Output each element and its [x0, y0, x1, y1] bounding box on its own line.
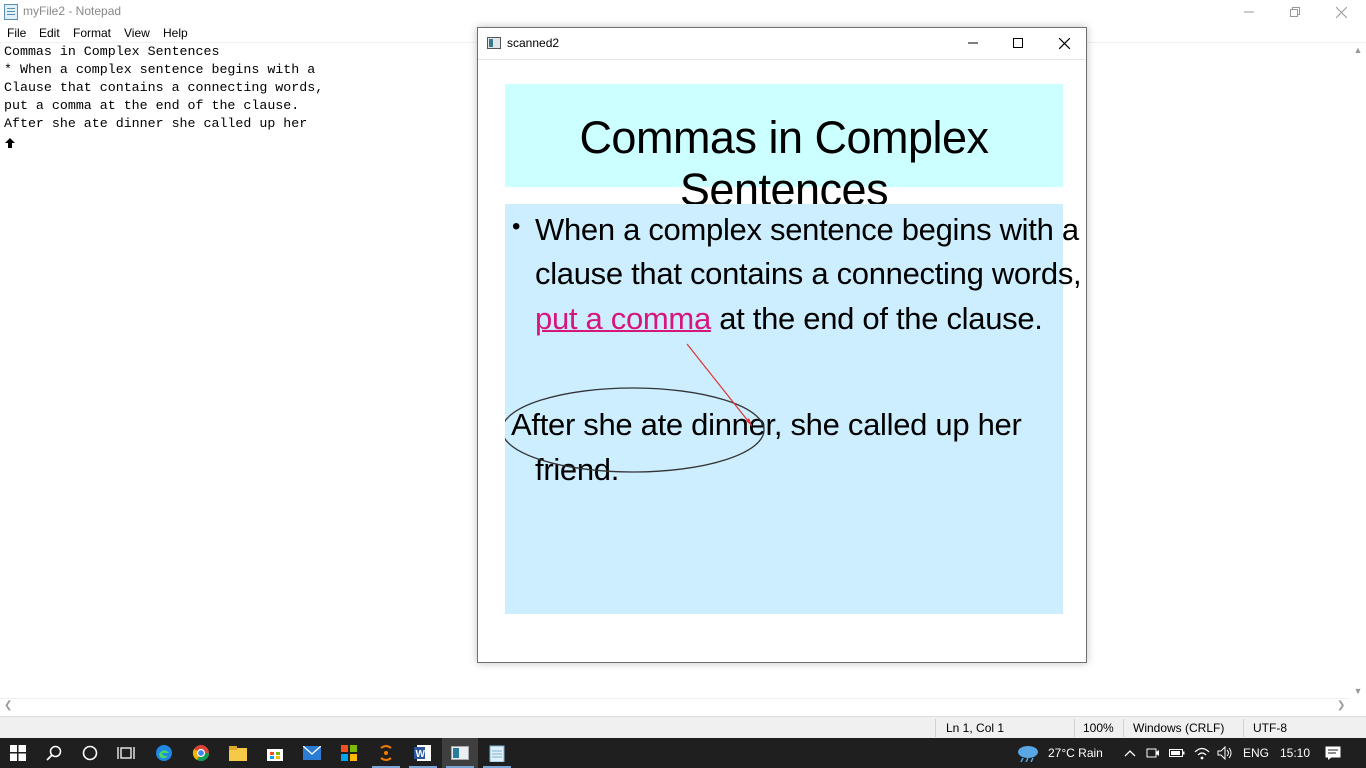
notepad-title: myFile2 - Notepad: [23, 4, 122, 18]
close-button[interactable]: [1318, 0, 1364, 24]
menu-edit[interactable]: Edit: [39, 26, 60, 40]
office-icon[interactable]: [331, 738, 367, 768]
slide-title-box: Commas in Complex Sentences: [505, 84, 1063, 215]
store-icon[interactable]: [257, 738, 293, 768]
annotation-arrow-line: [686, 343, 753, 427]
search-icon[interactable]: [36, 738, 72, 768]
weather-text[interactable]: 27°C Rain: [1048, 746, 1103, 760]
edge-icon[interactable]: [146, 738, 182, 768]
close-icon: [1058, 37, 1070, 49]
menu-format[interactable]: Format: [73, 26, 111, 40]
mail-icon[interactable]: [294, 738, 330, 768]
scroll-left-icon[interactable]: ❮: [4, 700, 12, 711]
line-ending: Windows (CRLF): [1133, 721, 1225, 735]
scroll-down-icon[interactable]: ▼: [1350, 686, 1366, 696]
editor-line: put a comma at the end of the clause.: [4, 98, 300, 113]
close-icon: [1335, 6, 1347, 18]
windows-start-icon[interactable]: [0, 738, 36, 768]
editor-line: * When a complex sentence begins with a: [4, 62, 316, 77]
minimize-icon: [968, 42, 978, 44]
slide-title: Commas in Complex Sentences: [579, 112, 989, 215]
scroll-up-icon[interactable]: ▲: [1350, 45, 1366, 55]
notification-icon[interactable]: [1322, 738, 1344, 768]
weather-rain-icon[interactable]: [1013, 738, 1043, 768]
chevron-up-icon[interactable]: [1120, 738, 1140, 768]
chrome-icon[interactable]: [183, 738, 219, 768]
encoding: UTF-8: [1253, 721, 1287, 735]
volume-icon[interactable]: [1214, 738, 1236, 768]
vertical-scrollbar[interactable]: ▲ ▼: [1350, 43, 1366, 698]
notepad-icon: [4, 4, 18, 20]
status-bar: Ln 1, Col 1 100% Windows (CRLF) UTF-8: [0, 716, 1366, 739]
cursor-position: Ln 1, Col 1: [946, 721, 1005, 735]
scanned-slide-image: Commas in Complex Sentences • When a com…: [505, 84, 1082, 614]
notepad-titlebar[interactable]: myFile2 - Notepad: [0, 0, 1366, 24]
horizontal-scrollbar[interactable]: ❮ ❯: [0, 698, 1350, 715]
taskbar: W 27°C Rain ENG 15:10: [0, 738, 1366, 768]
image-viewer-window: scanned2 Commas in Complex Sentences • W…: [477, 27, 1087, 663]
status-divider: [935, 719, 936, 737]
viewer-minimize-button[interactable]: [950, 28, 996, 58]
svg-text:W: W: [416, 749, 426, 760]
viewer-title: scanned2: [507, 36, 560, 50]
viewer-icon[interactable]: [442, 738, 478, 768]
minimize-icon: [1244, 11, 1254, 13]
language-indicator[interactable]: ENG: [1243, 746, 1269, 760]
minimize-button[interactable]: [1226, 0, 1272, 24]
editor-line: Clause that contains a connecting words,: [4, 80, 324, 95]
app-icon[interactable]: [368, 738, 404, 768]
clause-circle: [505, 387, 765, 473]
annotation-overlay: [505, 343, 765, 473]
viewer-close-button[interactable]: [1041, 28, 1087, 58]
menu-view[interactable]: View: [124, 26, 150, 40]
viewer-titlebar[interactable]: scanned2: [478, 28, 1086, 60]
menu-help[interactable]: Help: [163, 26, 188, 40]
viewer-app-icon: [487, 37, 501, 49]
clock[interactable]: 15:10: [1280, 746, 1310, 760]
restore-button[interactable]: [1272, 0, 1318, 24]
cortana-icon[interactable]: [72, 738, 108, 768]
slide-body: • When a complex sentence begins with a …: [505, 204, 1082, 614]
file-explorer-icon[interactable]: [220, 738, 256, 768]
battery-icon[interactable]: [1167, 738, 1187, 768]
restore-icon: [1290, 7, 1300, 17]
status-divider: [1123, 719, 1124, 737]
maximize-icon: [1013, 38, 1023, 48]
editor-line: After she ate dinner she called up her: [4, 116, 308, 131]
meet-now-icon[interactable]: [1143, 738, 1163, 768]
task-view-icon[interactable]: [108, 738, 144, 768]
word-icon[interactable]: W: [405, 738, 441, 768]
status-divider: [1243, 719, 1244, 737]
scroll-right-icon[interactable]: ❯: [1337, 700, 1345, 711]
menu-file[interactable]: File: [7, 26, 26, 40]
viewer-maximize-button[interactable]: [995, 28, 1041, 58]
status-divider: [1074, 719, 1075, 737]
editor-line: Commas in Complex Sentences: [4, 44, 220, 59]
mouse-cursor-icon: [5, 138, 15, 151]
wifi-icon[interactable]: [1191, 738, 1213, 768]
zoom-level: 100%: [1083, 721, 1114, 735]
notepad-icon[interactable]: [479, 738, 515, 768]
